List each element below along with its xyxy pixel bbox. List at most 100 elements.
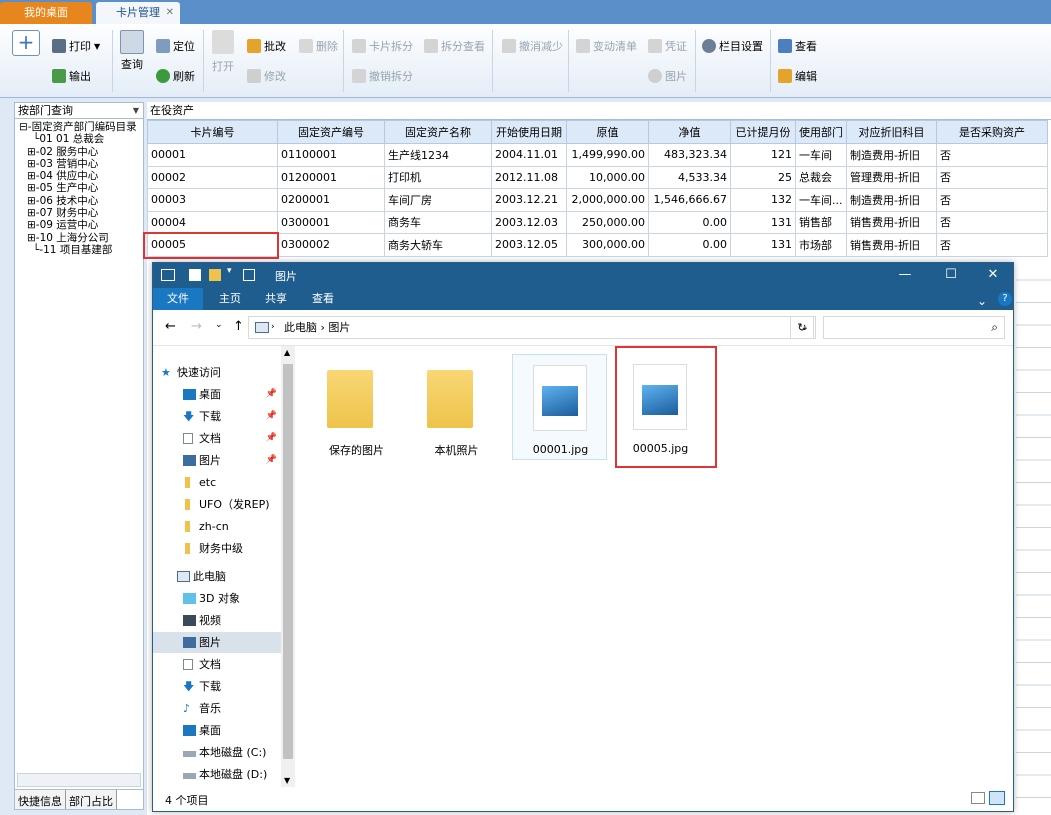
- cell[interactable]: 131: [730, 233, 796, 257]
- nav-folder-zh-cn[interactable]: zh-cn: [153, 516, 281, 537]
- nav-videos[interactable]: 视频: [153, 610, 281, 631]
- file-item-saved-pictures[interactable]: 保存的图片: [309, 354, 404, 460]
- edit-button[interactable]: 编辑: [778, 68, 817, 84]
- tab-file[interactable]: 文件: [153, 288, 203, 310]
- cell[interactable]: 生产线1234: [384, 143, 492, 167]
- pin-icon[interactable]: 📌: [266, 384, 277, 405]
- file-item-00001-jpg[interactable]: 00001.jpg: [512, 354, 607, 460]
- cell[interactable]: 0.00: [648, 210, 731, 234]
- column-header[interactable]: 原值: [566, 120, 649, 144]
- tree-item[interactable]: ⊞-10 上海分公司: [19, 232, 143, 244]
- cell[interactable]: 销售费用-折旧: [846, 233, 937, 257]
- refresh-button[interactable]: 刷新: [156, 68, 195, 84]
- nav-documents[interactable]: 文档 📌: [153, 428, 281, 449]
- nav-folder-ufo[interactable]: UFO（发REP): [153, 494, 281, 515]
- scroll-up-icon[interactable]: ▲: [284, 348, 290, 357]
- tab-home[interactable]: 主页: [215, 288, 245, 310]
- nav-desktop[interactable]: 桌面 📌: [153, 384, 281, 405]
- cell[interactable]: 否: [936, 233, 1048, 257]
- open-button[interactable]: 打开: [212, 30, 234, 74]
- cell[interactable]: 车间厂房: [384, 188, 492, 212]
- cell[interactable]: 0200001: [277, 188, 385, 212]
- cell[interactable]: 2004.11.01: [491, 143, 567, 167]
- tree-item[interactable]: ⊞-06 技术中心: [19, 195, 143, 207]
- nav-downloads-pc[interactable]: 🡇 下载: [153, 676, 281, 697]
- modify-button[interactable]: 修改: [247, 68, 286, 84]
- cell[interactable]: 1,499,990.00: [566, 143, 649, 167]
- column-header[interactable]: 使用部门: [795, 120, 847, 144]
- tree-item[interactable]: └01 01 总裁会: [19, 133, 143, 145]
- breadcrumb-this-pc[interactable]: 此电脑: [284, 321, 317, 334]
- cell[interactable]: 管理费用-折旧: [846, 165, 937, 189]
- split-view-button[interactable]: 拆分查看: [424, 38, 485, 54]
- cell[interactable]: 总裁会: [795, 165, 847, 189]
- scroll-down-icon[interactable]: ▼: [284, 776, 290, 785]
- cell[interactable]: 25: [730, 165, 796, 189]
- card-split-button[interactable]: 卡片拆分: [352, 38, 413, 54]
- nav-drive-c[interactable]: 本地磁盘 (C:): [153, 742, 281, 763]
- cell[interactable]: 300,000.00: [566, 233, 649, 257]
- properties-icon[interactable]: [189, 269, 201, 281]
- cell[interactable]: 制造费用-折旧: [846, 143, 937, 167]
- tab-view[interactable]: 查看: [308, 288, 338, 310]
- recent-chevron-icon[interactable]: ⌄: [215, 320, 223, 330]
- cell[interactable]: 2003.12.05: [491, 233, 567, 257]
- nav-folder-finance[interactable]: 财务中级: [153, 538, 281, 559]
- batch-edit-button[interactable]: 批改: [247, 38, 286, 54]
- tree-item[interactable]: ⊞-09 运营中心: [19, 219, 143, 231]
- cell[interactable]: 00002: [147, 165, 278, 189]
- table-row[interactable]: 00005 0300002 商务大轿车 2003.12.05 300,000.00 0.0…: [147, 233, 1048, 257]
- query-button[interactable]: 查询: [120, 30, 144, 72]
- nav-scrollbar[interactable]: ▲ ▼: [281, 346, 295, 787]
- cell[interactable]: 1,546,666.67: [648, 188, 731, 212]
- voucher-button[interactable]: 凭证: [648, 38, 687, 54]
- picture-button[interactable]: 图片: [648, 68, 687, 84]
- cell[interactable]: 2012.11.08: [491, 165, 567, 189]
- tab-share[interactable]: 共享: [261, 288, 291, 310]
- cell[interactable]: 否: [936, 210, 1048, 234]
- print-button[interactable]: 打印 ▼: [52, 38, 100, 54]
- refresh-icon[interactable]: ↻: [790, 316, 814, 339]
- cell[interactable]: 132: [730, 188, 796, 212]
- nav-drive-d[interactable]: 本地磁盘 (D:): [153, 764, 281, 785]
- cell[interactable]: 制造费用-折旧: [846, 188, 937, 212]
- tab-my-desktop[interactable]: 我的桌面: [0, 2, 92, 24]
- folder-icon[interactable]: [209, 269, 221, 281]
- cell[interactable]: 0.00: [648, 233, 731, 257]
- table-row[interactable]: 00001 01100001 生产线1234 2004.11.01 1,499,990.…: [147, 143, 1048, 167]
- cell[interactable]: 否: [936, 143, 1048, 167]
- export-button[interactable]: 输出: [52, 68, 91, 84]
- cell[interactable]: 否: [936, 165, 1048, 189]
- back-arrow-icon[interactable]: ←: [165, 319, 176, 334]
- nav-quick-access[interactable]: ★ 快速访问: [153, 362, 281, 383]
- delete-button[interactable]: 删除: [299, 38, 338, 54]
- cell[interactable]: 0300002: [277, 233, 385, 257]
- nav-folder-etc[interactable]: etc: [153, 472, 281, 493]
- column-header[interactable]: 对应折旧科目: [846, 120, 937, 144]
- cell[interactable]: 01200001: [277, 165, 385, 189]
- cell[interactable]: 销售费用-折旧: [846, 210, 937, 234]
- column-header[interactable]: 净值: [648, 120, 731, 144]
- close-button[interactable]: ✕: [971, 263, 1015, 288]
- tree-root[interactable]: ⊟-固定资产部门编码目录: [19, 121, 143, 133]
- table-row[interactable]: 00002 01200001 打印机 2012.11.08 10,000.00 4,533…: [147, 165, 1048, 189]
- maximize-button[interactable]: ☐: [929, 263, 973, 288]
- cell[interactable]: 0300001: [277, 210, 385, 234]
- search-input[interactable]: ⌕: [823, 316, 1005, 339]
- cell[interactable]: 483,323.34: [648, 143, 731, 167]
- cell[interactable]: 2003.12.21: [491, 188, 567, 212]
- scroll-thumb[interactable]: [283, 364, 293, 759]
- breadcrumb-pictures[interactable]: 图片: [328, 321, 350, 334]
- column-header[interactable]: 固定资产编号: [277, 120, 385, 144]
- help-icon[interactable]: ?: [998, 292, 1012, 306]
- cell[interactable]: 00004: [147, 210, 278, 234]
- horizontal-scrollbar[interactable]: [17, 773, 141, 787]
- cell[interactable]: 00003: [147, 188, 278, 212]
- close-icon[interactable]: ✕: [166, 2, 174, 24]
- tree-item[interactable]: ⊞-03 营销中心: [19, 158, 143, 170]
- cell[interactable]: 01100001: [277, 143, 385, 167]
- nav-music[interactable]: ♪ 音乐: [153, 698, 281, 719]
- nav-pictures-pinned[interactable]: 图片 📌: [153, 450, 281, 471]
- column-settings-button[interactable]: 栏目设置: [702, 38, 763, 54]
- address-bar[interactable]: › 此电脑 › 图片 ⌄: [248, 316, 816, 339]
